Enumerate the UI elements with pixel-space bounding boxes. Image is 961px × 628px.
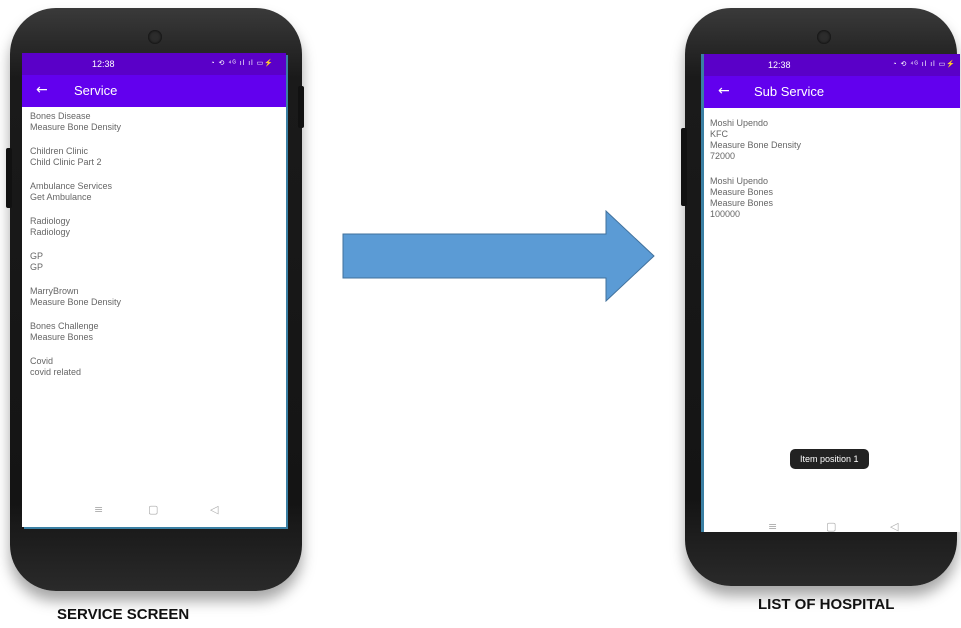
list-item[interactable]: Covid covid related [30, 356, 278, 378]
camera-icon [148, 30, 162, 44]
back-nav-icon[interactable]: ◁ [210, 503, 218, 516]
service-detail: covid related [30, 367, 82, 377]
list-item[interactable]: Bones Disease Measure Bone Density [30, 111, 278, 133]
service-name: Bones Disease [30, 111, 91, 121]
list-item[interactable]: Ambulance Services Get Ambulance [30, 181, 278, 203]
back-nav-icon[interactable]: ◁ [890, 520, 898, 532]
sub-service-name: Measure Bone Density [710, 140, 802, 150]
service-name: Children Clinic [30, 146, 89, 156]
service-detail: GP [30, 262, 44, 272]
app-bar: ← Service [22, 75, 286, 107]
volume-button [6, 148, 12, 208]
back-arrow-icon[interactable]: ← [36, 82, 48, 98]
price: 100000 [710, 209, 741, 219]
service-name: Ambulance Services [30, 181, 113, 191]
menu-icon[interactable]: ≡ [94, 503, 103, 516]
list-item[interactable]: Moshi Upendo Measure Bones Measure Bones… [710, 176, 952, 220]
service-name: Radiology [30, 216, 71, 226]
right-phone-frame: 12:38 ◔ ⟲ ⁴ᴳ ıl ıl ▭⚡ ← Sub Service Mosh… [681, 8, 960, 586]
power-button [298, 86, 304, 128]
price: 72000 [710, 151, 736, 161]
transition-arrow [342, 210, 655, 302]
service-detail: Radiology [30, 227, 71, 237]
service-detail: Child Clinic Part 2 [30, 157, 102, 167]
service-detail: Measure Bone Density [30, 122, 122, 132]
service-list: Bones Disease Measure Bone Density Child… [30, 111, 278, 391]
page-title: Service [74, 83, 118, 98]
left-phone-frame: 12:38 ◔ ⟲ ⁴ᴳ ıl ıl ▭⚡ ← Service Bones Di… [6, 8, 304, 591]
sub-service-list: Moshi Upendo KFC Measure Bone Density 72… [710, 118, 952, 233]
service-detail: Measure Bone Density [30, 297, 122, 307]
service-name: Bones Challenge [30, 321, 99, 331]
list-item[interactable]: Children Clinic Child Clinic Part 2 [30, 146, 278, 168]
right-caption: LIST OF HOSPITAL [758, 596, 895, 613]
home-icon[interactable]: ▢ [148, 503, 158, 516]
list-item[interactable]: Bones Challenge Measure Bones [30, 321, 278, 343]
service-name: MarryBrown [30, 286, 79, 296]
arrow-shape [342, 210, 655, 302]
status-time: 12:38 [768, 60, 791, 70]
menu-icon[interactable]: ≡ [768, 520, 777, 532]
page-title: Sub Service [754, 84, 825, 99]
back-arrow-icon[interactable]: ← [718, 83, 730, 99]
service-detail: Measure Bones [30, 332, 94, 342]
sub-service-name: Measure Bones [710, 198, 774, 208]
hospital-name: Measure Bones [710, 187, 774, 197]
system-nav-bar: ≡ ▢ ◁ [22, 500, 286, 522]
service-name: Covid [30, 356, 54, 366]
camera-icon [817, 30, 831, 44]
status-bar: 12:38 ◔ ⟲ ⁴ᴳ ıl ıl ▭⚡ [704, 54, 960, 76]
list-item[interactable]: MarryBrown Measure Bone Density [30, 286, 278, 308]
left-phone-screen: 12:38 ◔ ⟲ ⁴ᴳ ıl ıl ▭⚡ ← Service Bones Di… [22, 53, 286, 527]
hospital-owner: Moshi Upendo [710, 176, 769, 186]
status-icons: ◔ ⟲ ⁴ᴳ ıl ıl ▭⚡ [210, 60, 274, 67]
list-item[interactable]: Radiology Radiology [30, 216, 278, 238]
hospital-owner: Moshi Upendo [710, 118, 769, 128]
list-item[interactable]: GP GP [30, 251, 278, 273]
right-phone-screen: 12:38 ◔ ⟲ ⁴ᴳ ıl ıl ▭⚡ ← Sub Service Mosh… [701, 54, 960, 532]
left-caption: SERVICE SCREEN [57, 606, 190, 623]
system-nav-bar: ≡ ▢ ◁ [704, 517, 960, 532]
home-icon[interactable]: ▢ [826, 520, 836, 532]
service-detail: Get Ambulance [30, 192, 92, 202]
list-item[interactable]: Moshi Upendo KFC Measure Bone Density 72… [710, 118, 952, 162]
toast-message: Item position 1 [790, 449, 869, 469]
hospital-name: KFC [710, 129, 728, 139]
app-bar: ← Sub Service [704, 76, 960, 108]
status-time: 12:38 [92, 59, 115, 69]
service-name: GP [30, 251, 44, 261]
volume-button [681, 128, 687, 206]
status-bar: 12:38 ◔ ⟲ ⁴ᴳ ıl ıl ▭⚡ [22, 53, 286, 75]
status-icons: ◔ ⟲ ⁴ᴳ ıl ıl ▭⚡ [892, 61, 956, 68]
